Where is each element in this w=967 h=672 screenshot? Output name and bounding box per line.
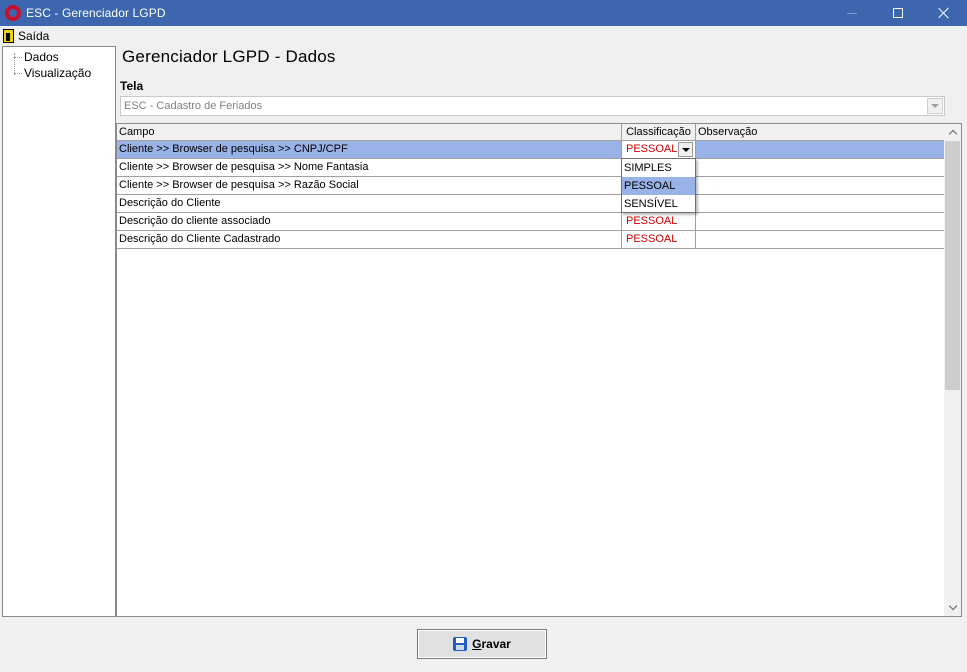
close-icon — [938, 7, 950, 19]
window-controls — [829, 0, 967, 26]
classification-value: PESSOAL — [626, 143, 678, 155]
maximize-icon — [893, 8, 903, 18]
tree-item-label: Visualização — [24, 66, 92, 80]
cell-observacao[interactable] — [696, 231, 945, 248]
chevron-down-icon — [931, 104, 939, 108]
minimize-button[interactable] — [829, 0, 875, 26]
floppy-disk-icon — [453, 637, 468, 651]
scroll-up-button[interactable] — [944, 124, 961, 141]
scroll-down-button[interactable] — [944, 599, 961, 616]
tela-label: Tela — [120, 79, 144, 93]
table-row[interactable]: Descrição do cliente associado PESSOAL — [117, 213, 945, 231]
tela-dropdown-button[interactable] — [927, 98, 943, 114]
tela-select[interactable]: ESC - Cadastro de Feriados — [120, 96, 945, 116]
cell-campo[interactable]: Cliente >> Browser de pesquisa >> Nome F… — [117, 159, 622, 176]
chevron-down-icon — [681, 147, 690, 152]
exit-door-icon — [3, 28, 14, 43]
app-logo-icon — [5, 5, 21, 21]
cell-classificacao[interactable]: PESSOAL — [622, 213, 696, 230]
table-row[interactable]: Descrição do Cliente Cadastrado PESSOAL — [117, 231, 945, 249]
tree-branch-line — [14, 57, 22, 58]
title-bar: ESC - Gerenciador LGPD — [0, 0, 967, 26]
dropdown-option-sensivel[interactable]: SENSÍVEL — [622, 195, 695, 213]
cell-classificacao[interactable]: PESSOAL — [622, 231, 696, 248]
chevron-up-icon — [948, 129, 957, 139]
scrollbar-thumb[interactable] — [945, 141, 960, 390]
tela-select-value: ESC - Cadastro de Feriados — [124, 100, 263, 112]
cell-observacao[interactable] — [696, 177, 945, 194]
cell-campo[interactable]: Cliente >> Browser de pesquisa >> Razão … — [117, 177, 622, 194]
maximize-button[interactable] — [875, 0, 921, 26]
cell-campo[interactable]: Descrição do Cliente Cadastrado — [117, 231, 622, 248]
close-button[interactable] — [921, 0, 967, 26]
column-header-observacao[interactable]: Observação — [696, 124, 945, 140]
grid-header: Campo Classificação Observação — [117, 124, 945, 141]
cell-observacao[interactable] — [696, 141, 945, 158]
table-row[interactable]: Cliente >> Browser de pesquisa >> CNPJ/C… — [117, 141, 945, 159]
column-header-classificacao[interactable]: Classificação — [622, 124, 696, 140]
minimize-icon — [847, 12, 857, 14]
tree-item-label: Dados — [24, 50, 59, 64]
tree-item-dados[interactable]: Dados — [3, 49, 115, 65]
chevron-down-icon — [948, 601, 957, 611]
page-title: Gerenciador LGPD - Dados — [122, 47, 336, 66]
menu-exit[interactable]: Saída — [0, 28, 50, 43]
dropdown-option-simples[interactable]: SIMPLES — [622, 159, 695, 177]
cell-campo[interactable]: Descrição do Cliente — [117, 195, 622, 212]
classification-editor[interactable]: PESSOAL — [622, 141, 696, 158]
menu-exit-label: Saída — [18, 28, 50, 43]
tree-branch-line — [14, 73, 22, 74]
classification-dropdown-button[interactable] — [678, 142, 693, 157]
vertical-scrollbar[interactable] — [944, 124, 961, 616]
cell-observacao[interactable] — [696, 195, 945, 212]
table-row[interactable]: Cliente >> Browser de pesquisa >> Nome F… — [117, 159, 945, 177]
save-button[interactable]: Gravar — [417, 629, 547, 659]
save-button-label: ravar — [481, 637, 511, 651]
cell-observacao[interactable] — [696, 213, 945, 230]
tree-item-visualizacao[interactable]: Visualização — [3, 65, 115, 81]
cell-campo[interactable]: Descrição do cliente associado — [117, 213, 622, 230]
window-title: ESC - Gerenciador LGPD — [26, 6, 166, 20]
cell-observacao[interactable] — [696, 159, 945, 176]
navigation-tree: Dados Visualização — [2, 46, 116, 617]
cell-campo[interactable]: Cliente >> Browser de pesquisa >> CNPJ/C… — [117, 141, 622, 158]
save-button-accelerator: G — [472, 637, 482, 651]
grid-rows: Cliente >> Browser de pesquisa >> CNPJ/C… — [117, 141, 945, 249]
dropdown-option-pessoal[interactable]: PESSOAL — [622, 177, 695, 195]
table-row[interactable]: Cliente >> Browser de pesquisa >> Razão … — [117, 177, 945, 195]
classification-dropdown-list: SIMPLES PESSOAL SENSÍVEL — [621, 158, 696, 213]
menu-bar: Saída — [0, 26, 967, 45]
fields-grid: Campo Classificação Observação Cliente >… — [116, 123, 962, 617]
table-row[interactable]: Descrição do Cliente — [117, 195, 945, 213]
column-header-campo[interactable]: Campo — [117, 124, 622, 140]
